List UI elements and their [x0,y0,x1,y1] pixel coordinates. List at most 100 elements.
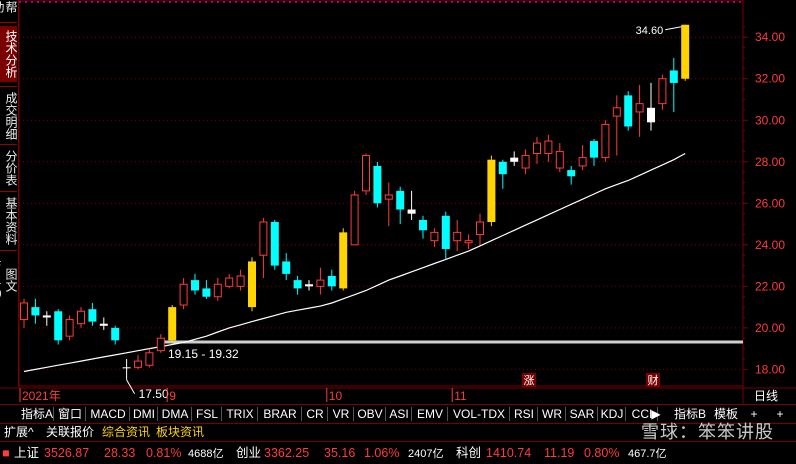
kc-index-pct: 0.80% [584,446,620,460]
candle-body [384,194,393,200]
candle-body [213,283,222,298]
moving-average-line [23,152,686,373]
price-tick-label: 18.00 [755,362,785,376]
candle-body [282,261,291,274]
candle-body [441,215,450,249]
indicator-tab-vol-tdx[interactable]: VOL-TDX [448,406,510,422]
price-tick-label: 22.00 [755,279,785,293]
price-tick-label: 24.00 [755,238,785,252]
kc-index-change: 11.19 [544,446,575,460]
candle-body [555,150,564,169]
indicator-tab-asi[interactable]: ASI [386,406,412,422]
candle-body [590,141,598,158]
indicator-tab-fsl[interactable]: FSL [192,406,222,422]
indicator-tab-emv[interactable]: EMV [412,406,448,422]
info-tab-news[interactable]: 综合资讯 [102,425,150,440]
indicator-tab-vr[interactable]: VR [328,406,354,422]
candle-body [407,209,416,214]
gap-range-label: 19.15 - 19.32 [168,347,239,361]
indicator-tab-trix[interactable]: TRIX [222,406,258,422]
candle-body [316,279,325,287]
kc-index-name[interactable]: 科创 [456,444,481,462]
candle-body [544,140,553,154]
info-tab-related-quotes[interactable]: 关联报价 [46,425,94,440]
info-tab-expand[interactable]: 扩展^ [4,425,34,440]
candle-body [601,123,610,159]
low-price-label: 17.50 [139,387,169,401]
candle-body [419,219,427,231]
kc-index-amount: 467.7亿 [628,448,667,460]
indicator-tab-sar[interactable]: SAR [566,406,598,422]
candle-body [510,157,519,162]
candle-body [122,367,131,369]
indicator-tab-dma[interactable]: DMA [158,406,192,422]
cy-index-pct: 1.06% [364,446,400,460]
candle-body [111,327,120,341]
indicator-tab-brar[interactable]: BRAR [258,406,302,422]
candle-body [31,307,40,316]
cy-index-name[interactable]: 创业 [236,444,261,462]
sh-index-amount: 4688亿 [188,448,224,460]
candle-body [498,161,507,175]
candle-body [635,103,644,113]
candle-body [179,283,188,306]
candlestick-chart: 18.00 20.00 22.00 24.00 26.00 28.00 30.00 32.00… [0,0,796,404]
time-axis-label: 2021年 [22,389,61,403]
candle-body [339,232,348,289]
indicator-tab-kdj[interactable]: KDJ [598,406,626,422]
time-axis-label: 10 [329,389,343,403]
candle-body [54,311,63,341]
candle-body [350,194,359,246]
candle-body [373,165,382,204]
candle-body [305,284,313,287]
indicator-tab-cr[interactable]: CR [302,406,328,422]
indicator-tab-dmi[interactable]: DMI [130,406,158,422]
candle-body [624,95,633,127]
candle-body [362,155,370,192]
sh-index-icon: ■ [2,446,10,460]
low-pointer [126,379,136,395]
candle-body [327,275,336,287]
index-status-bar: ■ 上证 3526.87 28.33 0.81% 4688亿 创业 3362.2… [0,441,796,464]
indicator-tab--[interactable]: 窗口 [54,406,86,422]
watermark-text: 雪球：笨笨讲股 [641,422,774,443]
candle-body [168,307,177,341]
candle-body [134,360,142,368]
sh-index-change: 28.33 [104,446,136,460]
indicator-tab-obv[interactable]: OBV [354,406,386,422]
add-button[interactable]: + [774,406,786,422]
candle-body [259,221,268,256]
candle-body [658,78,667,105]
candle-body [476,221,484,235]
candle-body [99,323,108,326]
time-axis-label: 9 [169,389,176,403]
candle-body [42,315,51,318]
indicator-tab-macd[interactable]: MACD [86,406,130,422]
cy-index-amount: 2407亿 [408,448,444,460]
candle-body [487,159,496,222]
candle-body [430,231,439,242]
time-axis-label: 11 [454,389,467,403]
cy-index-value: 3362.25 [264,446,310,460]
candle-body [88,309,97,322]
candle-body [225,277,234,287]
indicator-tab--a[interactable]: 指标A [20,406,54,422]
price-tick-label: 34.00 [755,30,785,44]
candle-body [612,107,621,117]
candle-body [20,302,28,321]
candle-body [270,221,279,266]
candle-body [578,157,587,167]
candle-body [202,288,211,297]
cy-index-change: 35.16 [324,446,356,460]
candle-body [156,337,165,352]
indicator-tab-wr[interactable]: WR [538,406,566,422]
candle-body [453,231,462,242]
price-tick-label: 28.00 [755,155,785,169]
sh-index-name[interactable]: 上证 [14,444,39,462]
candle-body [567,170,576,177]
info-tab-sector-news[interactable]: 板块资讯 [156,425,204,440]
indicator-tab-rsi[interactable]: RSI [510,406,538,422]
candle-body [647,107,655,123]
candle-body [191,280,199,291]
candle-body [65,319,74,337]
